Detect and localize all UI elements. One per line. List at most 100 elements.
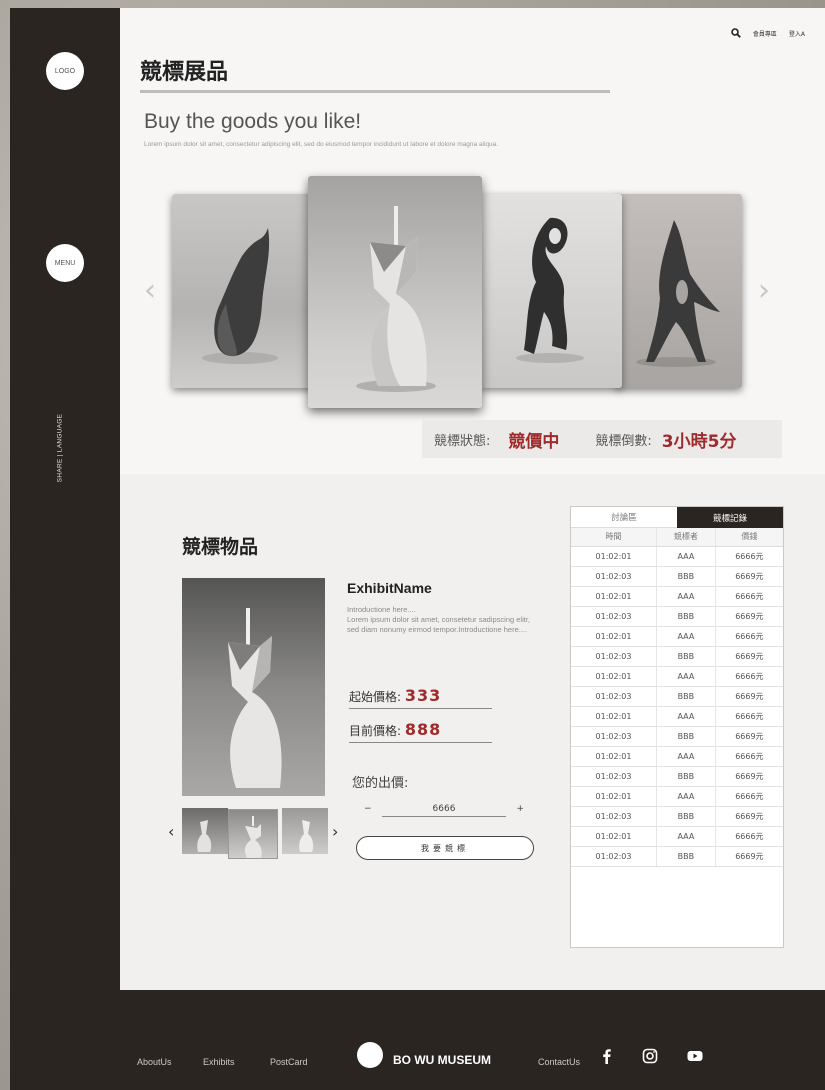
- footer-brand: BO WU MUSEUM: [393, 1053, 491, 1067]
- history-tabs: 討論區 競標記錄: [571, 507, 783, 528]
- footer-link-postcard[interactable]: PostCard: [270, 1057, 308, 1067]
- cell-time: 01:02:03: [571, 606, 657, 627]
- cell-bidder: AAA: [656, 826, 716, 847]
- cell-price: 6666元: [714, 666, 783, 687]
- carousel-card[interactable]: [616, 194, 742, 388]
- cell-bidder: AAA: [656, 586, 716, 607]
- table-row: 01:02:01 AAA 6666元: [571, 826, 783, 847]
- thumb-next-icon[interactable]: ›: [332, 822, 338, 841]
- exhibit-name: ExhibitName: [347, 580, 432, 596]
- sculpture-image: [202, 228, 278, 364]
- cell-price: 6666元: [714, 826, 783, 847]
- place-bid-button[interactable]: 我要競標: [356, 836, 534, 860]
- cell-time: 01:02:01: [571, 706, 657, 727]
- thumbnail[interactable]: [282, 808, 328, 854]
- footer-link-about[interactable]: AboutUs: [137, 1057, 172, 1067]
- cell-price: 6666元: [714, 746, 783, 767]
- table-row: 01:02:01 AAA 6666元: [571, 586, 783, 607]
- minus-button[interactable]: −: [364, 804, 372, 814]
- cell-bidder: BBB: [656, 726, 716, 747]
- countdown-label: 競標倒數:: [595, 433, 652, 449]
- bid-history-panel: 討論區 競標記錄 時間 競標者 價錢 01:02:01 AAA 6666元 01:02…: [570, 506, 784, 948]
- cell-bidder: BBB: [656, 846, 716, 867]
- tab-discussion[interactable]: 討論區: [571, 507, 677, 528]
- carousel-card-active[interactable]: [308, 176, 482, 408]
- cell-price: 6669元: [714, 766, 783, 787]
- sculpture-image: [636, 220, 720, 367]
- cell-time: 01:02:03: [571, 846, 657, 867]
- table-row: 01:02:03 BBB 6669元: [571, 846, 783, 867]
- column-header-price: 價錢: [714, 528, 783, 547]
- search-icon[interactable]: [731, 28, 741, 38]
- sculpture-image: [516, 217, 584, 363]
- footer-link-exhibits[interactable]: Exhibits: [203, 1057, 235, 1067]
- hero-heading: Buy the goods you like!: [144, 110, 362, 133]
- cell-time: 01:02:03: [571, 646, 657, 667]
- table-row: 01:02:03 BBB 6669元: [571, 726, 783, 747]
- plus-button[interactable]: +: [516, 804, 524, 814]
- cell-time: 01:02:01: [571, 826, 657, 847]
- cell-bidder: BBB: [656, 766, 716, 787]
- carousel-card[interactable]: [172, 194, 314, 388]
- section-title: 競標物品: [182, 536, 259, 558]
- cell-bidder: AAA: [656, 546, 716, 567]
- menu-button[interactable]: MENU: [46, 244, 84, 282]
- chevron-right-icon[interactable]: ›: [758, 273, 770, 308]
- cell-price: 6669元: [714, 806, 783, 827]
- login-link[interactable]: 登入A: [789, 29, 805, 38]
- table-row: 01:02:03 BBB 6669元: [571, 766, 783, 787]
- start-price-row: 起始價格: 333: [349, 686, 492, 709]
- cell-bidder: AAA: [656, 626, 716, 647]
- bid-input[interactable]: 6666: [382, 804, 506, 817]
- instagram-icon[interactable]: [642, 1048, 658, 1064]
- start-price-label: 起始價格:: [349, 690, 402, 704]
- menu-label: MENU: [54, 259, 76, 267]
- footer-logo[interactable]: [357, 1042, 383, 1068]
- cell-time: 01:02:01: [571, 786, 657, 807]
- thumb-prev-icon[interactable]: ‹: [168, 822, 174, 841]
- thumbnail[interactable]: [182, 808, 228, 854]
- tab-bid-records[interactable]: 競標記錄: [677, 507, 783, 528]
- table-row: 01:02:03 BBB 6669元: [571, 566, 783, 587]
- table-row: 01:02:01 AAA 6666元: [571, 706, 783, 727]
- exhibit-intro: Introductione here.... Lorem ipsum dolor…: [347, 605, 530, 634]
- bid-stepper[interactable]: − 6666 +: [364, 804, 524, 818]
- hero-text: Lorem ipsum dolor sit amet, consectetur …: [144, 141, 499, 148]
- cell-bidder: AAA: [656, 706, 716, 727]
- cell-time: 01:02:03: [571, 686, 657, 707]
- current-price-row: 目前價格: 888: [349, 720, 492, 743]
- cell-price: 6666元: [714, 546, 783, 567]
- thumbnail-image: [299, 820, 314, 852]
- youtube-icon[interactable]: [687, 1048, 703, 1064]
- logo-button[interactable]: LOGO: [46, 52, 84, 90]
- cell-price: 6666元: [714, 706, 783, 727]
- history-rows: 01:02:01 AAA 6666元 01:02:03 BBB 6669元 01:02:01…: [571, 546, 783, 867]
- cell-time: 01:02:01: [571, 546, 657, 567]
- thumbnail-image: [197, 820, 212, 852]
- cell-price: 6669元: [714, 646, 783, 667]
- table-row: 01:02:03 BBB 6669元: [571, 606, 783, 627]
- current-price-label: 目前價格:: [349, 724, 402, 738]
- cell-price: 6669元: [714, 686, 783, 707]
- chevron-left-icon[interactable]: ‹: [144, 273, 156, 308]
- cell-time: 01:02:03: [571, 566, 657, 587]
- current-price-value: 888: [404, 720, 442, 739]
- member-link[interactable]: 會員專區: [753, 29, 777, 38]
- footer: AboutUs Exhibits PostCard BO WU MUSEUM C…: [10, 990, 825, 1090]
- table-row: 01:02:03 BBB 6669元: [571, 646, 783, 667]
- thumbnail-active[interactable]: [228, 809, 278, 859]
- cell-time: 01:02:01: [571, 746, 657, 767]
- cell-bidder: BBB: [656, 646, 716, 667]
- cell-price: 6669元: [714, 846, 783, 867]
- share-language-link[interactable]: SHARE | LANGUAGE: [57, 414, 64, 483]
- cell-time: 01:02:01: [571, 666, 657, 687]
- footer-link-contact[interactable]: ContactUs: [538, 1057, 580, 1067]
- cell-price: 6669元: [714, 606, 783, 627]
- column-header-time: 時間: [571, 528, 657, 547]
- carousel-card[interactable]: [480, 194, 622, 388]
- cell-time: 01:02:03: [571, 806, 657, 827]
- facebook-icon[interactable]: [599, 1048, 615, 1064]
- sidebar: LOGO MENU SHARE | LANGUAGE: [10, 8, 120, 1090]
- thumbnail-image: [244, 816, 262, 858]
- status-value: 競價中: [508, 431, 560, 452]
